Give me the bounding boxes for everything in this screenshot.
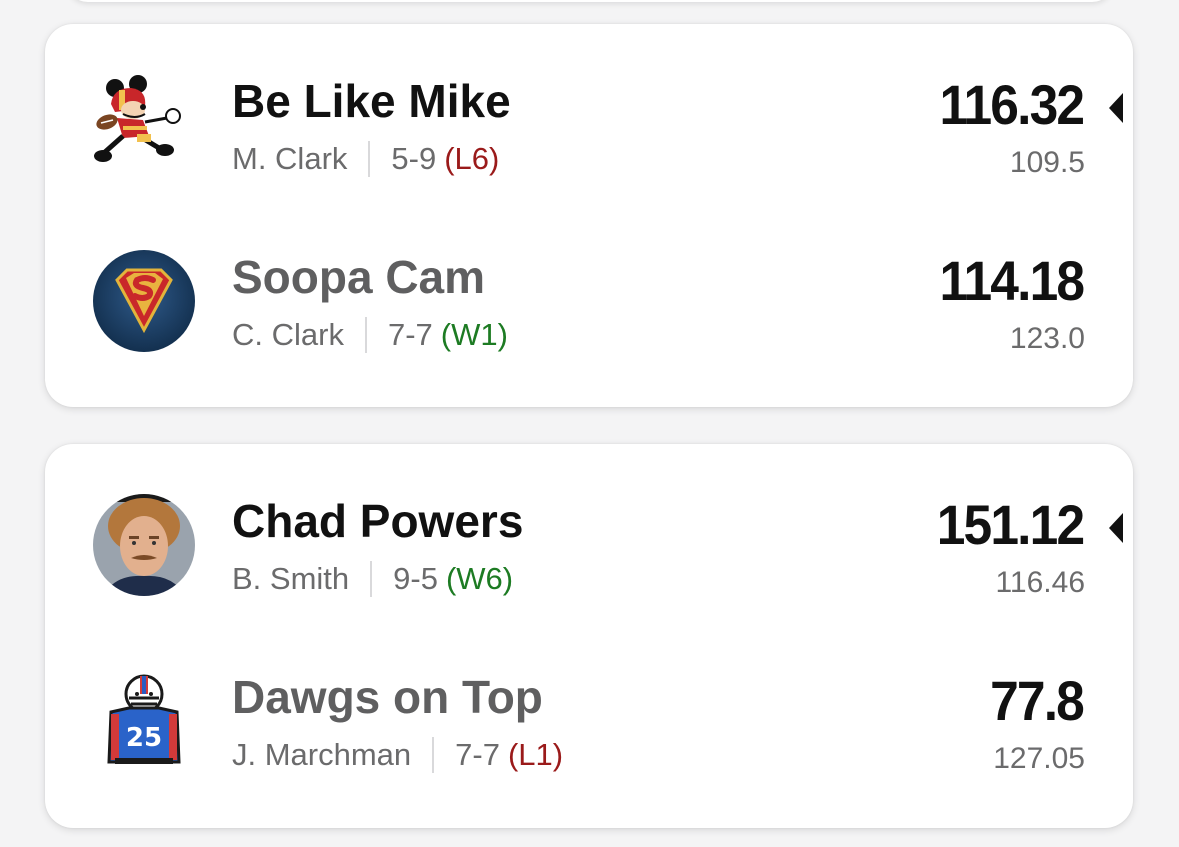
team-row[interactable]: Chad Powers B. Smith 9-5 (W6) 151.12 116… — [45, 444, 1133, 620]
owner-name: C. Clark — [232, 317, 344, 352]
team-streak: (L6) — [444, 141, 500, 176]
matchup-card[interactable]: Chad Powers B. Smith 9-5 (W6) 151.12 116… — [45, 444, 1133, 828]
team-name[interactable]: Chad Powers — [232, 494, 523, 548]
team-score: 114.18 — [939, 249, 1085, 312]
owner-name: B. Smith — [232, 561, 350, 596]
team-score: 151.12 — [936, 493, 1084, 556]
mickey-football-icon — [93, 74, 195, 176]
divider — [432, 737, 435, 773]
owner-name: M. Clark — [232, 141, 348, 176]
football-jersey-icon: 25 — [93, 670, 195, 772]
team-projection: 116.46 — [995, 566, 1085, 599]
superman-shield-icon — [93, 250, 195, 352]
team-projection: 109.5 — [1009, 146, 1085, 179]
team-name[interactable]: Dawgs on Top — [232, 670, 543, 724]
team-score: 77.8 — [990, 669, 1085, 732]
team-projection: 123.0 — [1009, 322, 1085, 355]
team-name[interactable]: Soopa Cam — [232, 250, 485, 304]
team-record: 5-9 — [391, 141, 437, 176]
team-row[interactable]: Soopa Cam C. Clark 7-7 (W1) 114.18 123.0 — [45, 200, 1133, 376]
team-row[interactable]: Be Like Mike M. Clark 5-9 (L6) 116.32 10… — [45, 24, 1133, 200]
previous-card-edge — [66, 0, 1114, 2]
team-score: 116.32 — [939, 73, 1085, 136]
team-streak: (L1) — [507, 737, 564, 772]
player-face-photo-icon — [93, 494, 195, 596]
team-meta: J. Marchman 7-7 (L1) — [232, 735, 563, 775]
team-projection: 127.05 — [993, 742, 1085, 775]
team-streak: (W1) — [440, 317, 508, 352]
team-record: 9-5 — [393, 561, 438, 596]
team-meta: C. Clark 7-7 (W1) — [232, 315, 508, 355]
divider — [370, 561, 373, 597]
jersey-number: 25 — [126, 723, 162, 753]
team-meta: M. Clark 5-9 (L6) — [232, 139, 499, 179]
team-name[interactable]: Be Like Mike — [232, 74, 511, 128]
divider — [368, 141, 371, 177]
team-record: 7-7 — [455, 737, 500, 772]
divider — [364, 317, 367, 353]
team-meta: B. Smith 9-5 (W6) — [232, 559, 513, 599]
team-record: 7-7 — [387, 317, 433, 352]
matchup-card[interactable]: Be Like Mike M. Clark 5-9 (L6) 116.32 10… — [45, 24, 1133, 407]
team-row[interactable]: 25 Dawgs on Top J. Marchman 7-7 (L1) 77.… — [45, 620, 1133, 796]
team-streak: (W6) — [445, 561, 514, 596]
leader-arrow-icon — [1109, 93, 1123, 123]
leader-arrow-icon — [1109, 513, 1123, 543]
owner-name: J. Marchman — [232, 737, 412, 772]
